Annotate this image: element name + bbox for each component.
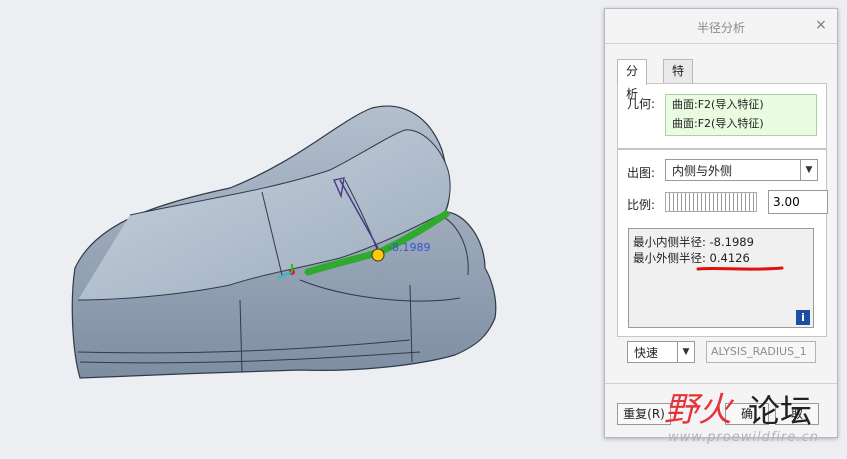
model-part[interactable] — [71, 105, 497, 379]
analysis-point[interactable] — [371, 248, 385, 262]
mode-select[interactable]: 快速 ▼ — [627, 341, 695, 363]
footer-divider — [605, 383, 837, 384]
title-divider — [605, 43, 837, 44]
chevron-down-icon[interactable]: ▼ — [677, 342, 694, 362]
confirm-button[interactable]: 确 — [725, 403, 769, 425]
geometry-panel: 几何: 曲面:F2(导入特征) 曲面:F2(导入特征) — [617, 83, 827, 149]
radius-analysis-dialog: 半径分析 × 分析 特征 几何: 曲面:F2(导入特征) 曲面:F2(导入特征)… — [604, 8, 838, 438]
scale-slider[interactable] — [665, 192, 757, 212]
red-underline — [696, 266, 784, 271]
feature-name-field[interactable]: ALYSIS_RADIUS_1 — [706, 341, 816, 363]
scale-input[interactable] — [768, 190, 828, 214]
output-label: 出图: — [627, 166, 656, 180]
min-inner-radius: 最小内侧半径: -8.1989 — [633, 235, 754, 249]
dialog-title: 半径分析 — [696, 21, 745, 35]
chevron-down-icon[interactable]: ▼ — [800, 160, 817, 180]
output-select-value: 内侧与外侧 — [672, 164, 733, 178]
close-icon[interactable]: × — [813, 17, 829, 33]
model-canvas[interactable]: -8.1989 — [0, 0, 600, 456]
scale-label: 比例: — [627, 198, 656, 212]
output-select[interactable]: 内侧与外侧 ▼ — [665, 159, 818, 181]
repeat-button[interactable]: 重复(R) — [617, 403, 671, 425]
cancel-button[interactable]: 取 — [775, 403, 819, 425]
model-viewport[interactable]: -8.1989 — [0, 0, 600, 456]
tab-feature[interactable]: 特征 — [663, 59, 694, 101]
radius-annotation: -8.1989 — [388, 241, 430, 254]
tab-analysis[interactable]: 分析 — [617, 59, 648, 101]
mode-select-value: 快速 — [634, 346, 659, 360]
geometry-item[interactable]: 曲面:F2(导入特征) — [666, 95, 816, 114]
output-panel: 出图: 内侧与外侧 ▼ 比例: 最小内侧半径: -8.1989 最小外侧半径: … — [617, 149, 828, 337]
results-box: 最小内侧半径: -8.1989 最小外侧半径: 0.4126 — [628, 228, 814, 328]
dialog-titlebar[interactable]: 半径分析 × — [605, 9, 837, 43]
info-icon[interactable]: i — [796, 310, 810, 325]
geometry-item[interactable]: 曲面:F2(导入特征) — [666, 114, 816, 133]
geometry-list[interactable]: 曲面:F2(导入特征) 曲面:F2(导入特征) — [665, 94, 817, 136]
